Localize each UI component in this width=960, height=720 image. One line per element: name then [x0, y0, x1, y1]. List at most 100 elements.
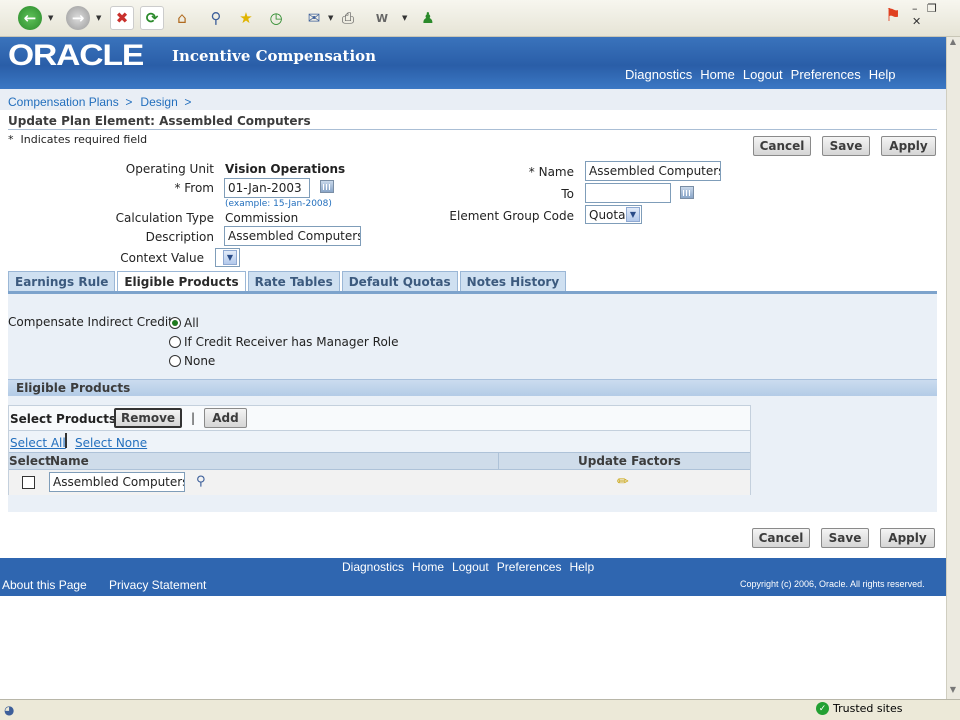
calculation-type-value: Commission — [225, 211, 299, 225]
breadcrumb-compensation-plans[interactable]: Compensation Plans > — [8, 95, 132, 109]
page-icon: ◕ — [4, 703, 15, 717]
name-field[interactable]: Assembled Computers — [585, 161, 721, 181]
security-zone-label: Trusted sites — [833, 702, 903, 715]
copyright: Copyright (c) 2006, Oracle. All rights r… — [740, 579, 925, 589]
footer-link-preferences[interactable]: Preferences — [497, 560, 562, 574]
windows-logo-icon: ⚑ — [884, 4, 902, 26]
footer-link-help[interactable]: Help — [569, 560, 594, 574]
back-icon[interactable]: ← — [18, 6, 42, 30]
context-value-label: Context Value — [120, 251, 204, 265]
from-date-field[interactable]: 01-Jan-2003 — [224, 178, 310, 198]
edit-dropdown-icon[interactable]: ▼ — [402, 14, 407, 22]
from-label: * From — [174, 181, 214, 195]
search-icon[interactable]: ⚲ — [196, 474, 206, 489]
favorites-icon[interactable]: ★ — [234, 6, 258, 30]
column-header-select: Select — [9, 454, 51, 468]
cancel-button-bottom[interactable]: Cancel — [752, 528, 810, 548]
element-group-code-label: Element Group Code — [449, 209, 574, 223]
name-label: * Name — [528, 165, 574, 179]
product-name-field[interactable]: Assembled Computers — [49, 472, 185, 492]
select-none-link[interactable]: Select None — [75, 436, 147, 450]
footer-link-home[interactable]: Home — [412, 560, 444, 574]
scroll-up-icon[interactable]: ▲ — [946, 37, 960, 51]
global-link-help[interactable]: Help — [869, 67, 896, 82]
refresh-icon[interactable]: ⟳ — [140, 6, 164, 30]
security-zone: ✓ Trusted sites — [816, 702, 903, 715]
print-icon[interactable]: ⎙ — [336, 6, 360, 30]
messenger-icon[interactable]: ♟ — [416, 6, 440, 30]
compensate-indirect-credit-label: Compensate Indirect Credit — [8, 315, 173, 329]
check-icon: ✓ — [816, 702, 829, 715]
radio-all-label: All — [184, 316, 199, 330]
radio-manager-role-label: If Credit Receiver has Manager Role — [184, 335, 399, 349]
radio-none[interactable] — [169, 355, 181, 367]
browser-toolbar: ← ▼ → ▼ ✖ ⟳ ⌂ ⚲ ★ ◷ ✉ ▼ ⎙ W ▼ ♟ — [0, 0, 960, 37]
oracle-logo: ORACLE — [8, 39, 144, 72]
from-date-example: (example: 15-Jan-2008) — [225, 199, 332, 209]
breadcrumb-design[interactable]: Design > — [140, 95, 191, 109]
tab-rate-tables[interactable]: Rate Tables — [247, 271, 340, 291]
select-all-link[interactable]: Select All — [10, 436, 66, 450]
save-button-bottom[interactable]: Save — [821, 528, 869, 548]
page-title: Update Plan Element: Assembled Computers — [8, 114, 311, 128]
search-icon[interactable]: ⚲ — [204, 6, 228, 30]
tab-notes-history[interactable]: Notes History — [459, 271, 567, 291]
link-divider — [65, 433, 67, 448]
global-link-logout[interactable]: Logout — [743, 67, 783, 82]
button-separator: | — [191, 411, 196, 425]
row-select-checkbox[interactable] — [22, 476, 35, 489]
footer-link-logout[interactable]: Logout — [452, 560, 489, 574]
description-label: Description — [145, 230, 214, 244]
add-button[interactable]: Add — [204, 408, 247, 428]
stop-icon[interactable]: ✖ — [110, 6, 134, 30]
breadcrumb: Compensation Plans > Design > — [8, 95, 191, 109]
description-field[interactable]: Assembled Computers — [224, 226, 361, 246]
home-icon[interactable]: ⌂ — [170, 6, 194, 30]
tab-eligible-products[interactable]: Eligible Products — [117, 271, 246, 291]
pencil-icon[interactable]: ✏ — [617, 474, 629, 490]
scroll-down-icon[interactable]: ▼ — [946, 685, 960, 699]
section-title: Eligible Products — [16, 381, 131, 395]
calculation-type-label: Calculation Type — [115, 211, 214, 225]
vertical-scrollbar[interactable] — [946, 37, 960, 699]
window-controls[interactable]: – ❐ ✕ — [912, 2, 956, 28]
mail-icon[interactable]: ✉ — [302, 6, 326, 30]
global-links: Diagnostics Home Logout Preferences Help — [625, 67, 896, 82]
history-icon[interactable]: ◷ — [264, 6, 288, 30]
radio-manager-role[interactable] — [169, 336, 181, 348]
mail-dropdown-icon[interactable]: ▼ — [328, 14, 333, 22]
required-note: * Indicates required field — [8, 133, 148, 146]
operating-unit-value: Vision Operations — [225, 162, 346, 176]
apply-button-bottom[interactable]: Apply — [880, 528, 935, 548]
cancel-button-top[interactable]: Cancel — [753, 136, 811, 156]
tab-default-quotas[interactable]: Default Quotas — [341, 271, 458, 291]
sub-tabs: Earnings Rule Eligible Products Rate Tab… — [8, 271, 568, 291]
global-link-diagnostics[interactable]: Diagnostics — [625, 67, 692, 82]
column-header-name: Name — [50, 454, 89, 468]
save-button-top[interactable]: Save — [822, 136, 870, 156]
back-dropdown-icon[interactable]: ▼ — [48, 14, 53, 22]
tab-earnings-rule[interactable]: Earnings Rule — [8, 271, 116, 291]
operating-unit-label: Operating Unit — [125, 162, 214, 176]
remove-button[interactable]: Remove — [114, 408, 182, 428]
global-link-preferences[interactable]: Preferences — [791, 67, 861, 82]
chevron-down-icon[interactable]: ▼ — [626, 207, 640, 222]
apply-button-top[interactable]: Apply — [881, 136, 936, 156]
calendar-icon-to[interactable] — [680, 186, 694, 199]
select-products-label: Select Products: — [10, 412, 121, 426]
global-link-home[interactable]: Home — [700, 67, 735, 82]
section-header — [8, 379, 937, 396]
footer-link-diagnostics[interactable]: Diagnostics — [342, 560, 404, 574]
calendar-icon-from[interactable] — [320, 180, 334, 193]
forward-icon[interactable]: → — [66, 6, 90, 30]
to-date-field[interactable] — [585, 183, 671, 203]
chevron-down-icon[interactable]: ▼ — [223, 250, 237, 265]
forward-dropdown-icon[interactable]: ▼ — [96, 14, 101, 22]
radio-all[interactable] — [169, 317, 181, 329]
edit-icon[interactable]: W — [370, 6, 394, 30]
privacy-statement-link[interactable]: Privacy Statement — [109, 578, 206, 592]
column-header-update-factors: Update Factors — [578, 454, 681, 468]
to-label: To — [561, 187, 574, 201]
about-this-page-link[interactable]: About this Page — [2, 578, 87, 592]
title-divider — [8, 129, 937, 130]
